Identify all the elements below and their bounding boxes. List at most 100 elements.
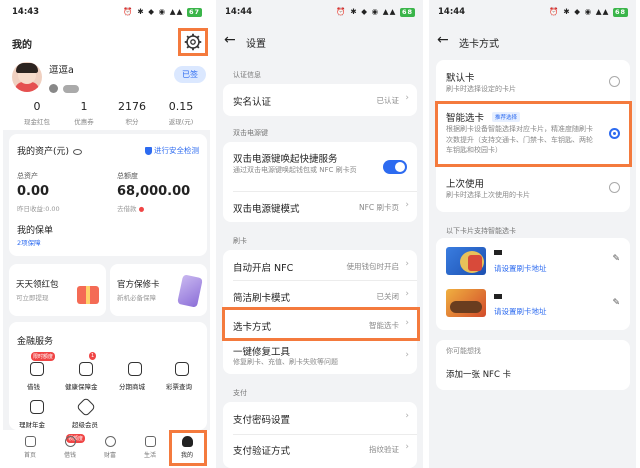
diamond-icon: [76, 397, 96, 417]
battery-level: 67: [186, 8, 202, 17]
double-power-label: 双击电源键唤起快捷服务: [233, 154, 338, 165]
chevron-right-icon: ›: [405, 442, 409, 452]
status-time: 14:44: [225, 7, 253, 17]
radio-last[interactable]: [609, 182, 620, 193]
signed-button[interactable]: 已签: [174, 66, 206, 83]
option-default[interactable]: 默认卡 刷卡时选择设定的卡片: [436, 60, 630, 100]
phone-icon: [177, 274, 203, 308]
battery-level: 68: [399, 8, 415, 17]
back-arrow-icon[interactable]: ←: [437, 32, 449, 48]
option-last[interactable]: 上次使用 刷卡时选择上次使用的卡片: [436, 170, 630, 210]
tab-life[interactable]: 生活: [135, 436, 165, 459]
my-page-screen: 14:43 ⏰ ✱ ◆ ◉ ▲▲ 67 我的 逗逗a 已签 0 现金红包 1 优惠券…: [3, 0, 210, 468]
gift-icon: [77, 286, 99, 304]
double-power-mode-row[interactable]: 双击电源键模式 NFC 刷卡页 ›: [223, 192, 417, 222]
stat-points[interactable]: 2176 积分: [107, 100, 157, 126]
status-icons: ⏰ ✱ ◆ ◉ ▲▲ 68: [549, 7, 628, 17]
add-nfc-link[interactable]: 添加一张 NFC 卡: [446, 368, 511, 380]
yesterday-earnings: 昨日收益:0.00: [17, 205, 60, 213]
chart-icon: [30, 400, 44, 414]
red-packet-card[interactable]: 天天领红包 可立即提现: [9, 264, 106, 316]
avatar[interactable]: [12, 62, 42, 92]
edit-pen-icon[interactable]: ✎: [612, 298, 620, 308]
screenshot-collage: 14:43 ⏰ ✱ ◆ ◉ ▲▲ 67 我的 逗逗a 已签 0 现金红包 1 优惠券…: [0, 0, 640, 468]
finance-annuity[interactable]: 理财年金: [19, 419, 45, 429]
back-arrow-icon[interactable]: ←: [224, 32, 236, 48]
chevron-right-icon: ›: [405, 259, 409, 269]
double-power-toggle[interactable]: [383, 160, 407, 174]
tab-wealth[interactable]: 财富: [95, 436, 125, 459]
shop-icon: [128, 362, 142, 376]
status-time: 14:44: [438, 7, 466, 17]
page-title: 设置: [246, 39, 266, 50]
finance-vip[interactable]: 超级会员: [72, 419, 98, 429]
borrow-link[interactable]: 去借款 ●: [117, 203, 144, 213]
smart-select-highlight: [435, 101, 632, 167]
coin-icon: [64, 436, 76, 447]
finance-health[interactable]: 健康保障金: [65, 381, 98, 391]
tab-home[interactable]: 首页: [15, 436, 45, 459]
real-name-row[interactable]: 实名认证 已认证 ›: [223, 84, 417, 116]
repair-tool-row[interactable]: 一键修复工具 修复刷卡、充值、刷卡失败等问题 ›: [223, 340, 417, 374]
finance-borrow[interactable]: 借钱: [27, 381, 40, 391]
tab-me-highlight: [169, 430, 207, 466]
page-title: 选卡方式: [459, 39, 499, 50]
health-icon: [79, 362, 93, 376]
section-pay: 支付: [233, 389, 247, 397]
select-card-highlight: [222, 307, 420, 341]
chevron-right-icon: ›: [405, 411, 409, 421]
shield-icon: [145, 147, 152, 155]
status-bar: 14:44 ⏰ ✱ ◆ ◉ ▲▲ 68: [429, 0, 636, 24]
finance-card: 金融服务 限时额度 1 借钱 健康保障金 分期商城 彩票查询 理财年金 超级会员: [9, 322, 207, 430]
warranty-card[interactable]: 官方保修卡 新机必备保障: [110, 264, 207, 316]
pay-password-row[interactable]: 支付密码设置 ›: [223, 402, 417, 434]
suggest-card: 你可能想找 添加一张 NFC 卡: [436, 340, 630, 390]
total-assets-value: 0.00: [17, 184, 50, 199]
battery-level: 68: [612, 8, 628, 17]
stat-cashback[interactable]: 0.15 返现(元): [156, 100, 206, 126]
gear-icon: [184, 33, 202, 51]
pay-verify-row[interactable]: 支付验证方式 指纹验证 ›: [223, 435, 417, 465]
supported-cards: 请设置刷卡地址 ✎ 请设置刷卡地址 ✎: [436, 238, 630, 330]
chevron-right-icon: ›: [405, 93, 409, 103]
assets-card: 我的资产(元) 进行安全检测 总资产 0.00 昨日收益:0.00 总额度 68…: [9, 134, 207, 256]
total-assets-label: 总资产: [17, 172, 38, 180]
borrow-icon: [30, 362, 44, 376]
select-card-screen: 14:44 ⏰ ✱ ◆ ◉ ▲▲ 68 ← 选卡方式 默认卡 刷卡时选择设定的卡…: [429, 0, 636, 468]
cup-icon: [144, 436, 156, 447]
chart-icon: [104, 436, 116, 447]
edit-pen-icon[interactable]: ✎: [612, 254, 620, 264]
assets-title[interactable]: 我的资产(元): [17, 144, 83, 157]
settings-gear-button[interactable]: [178, 28, 208, 56]
limit-badge: 限时额度: [31, 352, 56, 361]
set-address-link-2[interactable]: 请设置刷卡地址: [494, 306, 547, 317]
status-icons: ⏰ ✱ ◆ ◉ ▲▲ 68: [336, 7, 415, 17]
finance-lottery[interactable]: 彩票查询: [166, 381, 192, 391]
auto-nfc-row[interactable]: 自动开启 NFC 使用钱包时开启 ›: [223, 250, 417, 280]
security-check-link[interactable]: 进行安全检测: [145, 145, 199, 156]
quick-mode-row[interactable]: 简洁刷卡模式 已关闭 ›: [223, 281, 417, 309]
eye-icon[interactable]: [73, 148, 83, 155]
finance-installment[interactable]: 分期商城: [119, 381, 145, 391]
pay-card: 支付密码设置 › 支付验证方式 指纹验证 ›: [223, 402, 417, 468]
maybe-label: 你可能想找: [446, 347, 481, 355]
home-icon: [24, 436, 36, 447]
member-badges: [49, 78, 80, 97]
radio-default[interactable]: [609, 76, 620, 87]
lottery-icon: [175, 362, 189, 376]
username: 逗逗a: [49, 65, 74, 76]
tab-borrow[interactable]: 借钱: [55, 436, 85, 459]
policy-sub: 2项保障: [17, 239, 41, 247]
section-power: 双击电源键: [233, 129, 268, 137]
quota-value: 68,000.00: [117, 184, 191, 199]
settings-screen: 14:44 ⏰ ✱ ◆ ◉ ▲▲ 68 ← 设置 认证信息 实名认证 已认证 ›…: [216, 0, 423, 468]
stat-coupon[interactable]: 1 优惠券: [59, 100, 109, 126]
quota-label: 总额度: [117, 172, 138, 180]
double-power-desc: 通过双击电源键唤起钱包或 NFC 刷卡页: [233, 166, 357, 174]
status-time: 14:43: [12, 7, 40, 17]
status-bar: 14:43 ⏰ ✱ ◆ ◉ ▲▲ 67: [3, 0, 210, 24]
finance-title: 金融服务: [17, 337, 54, 347]
set-address-link-1[interactable]: 请设置刷卡地址: [494, 263, 547, 274]
my-policy[interactable]: 我的保单: [17, 223, 53, 236]
stat-cash[interactable]: 0 现金红包: [12, 100, 62, 126]
